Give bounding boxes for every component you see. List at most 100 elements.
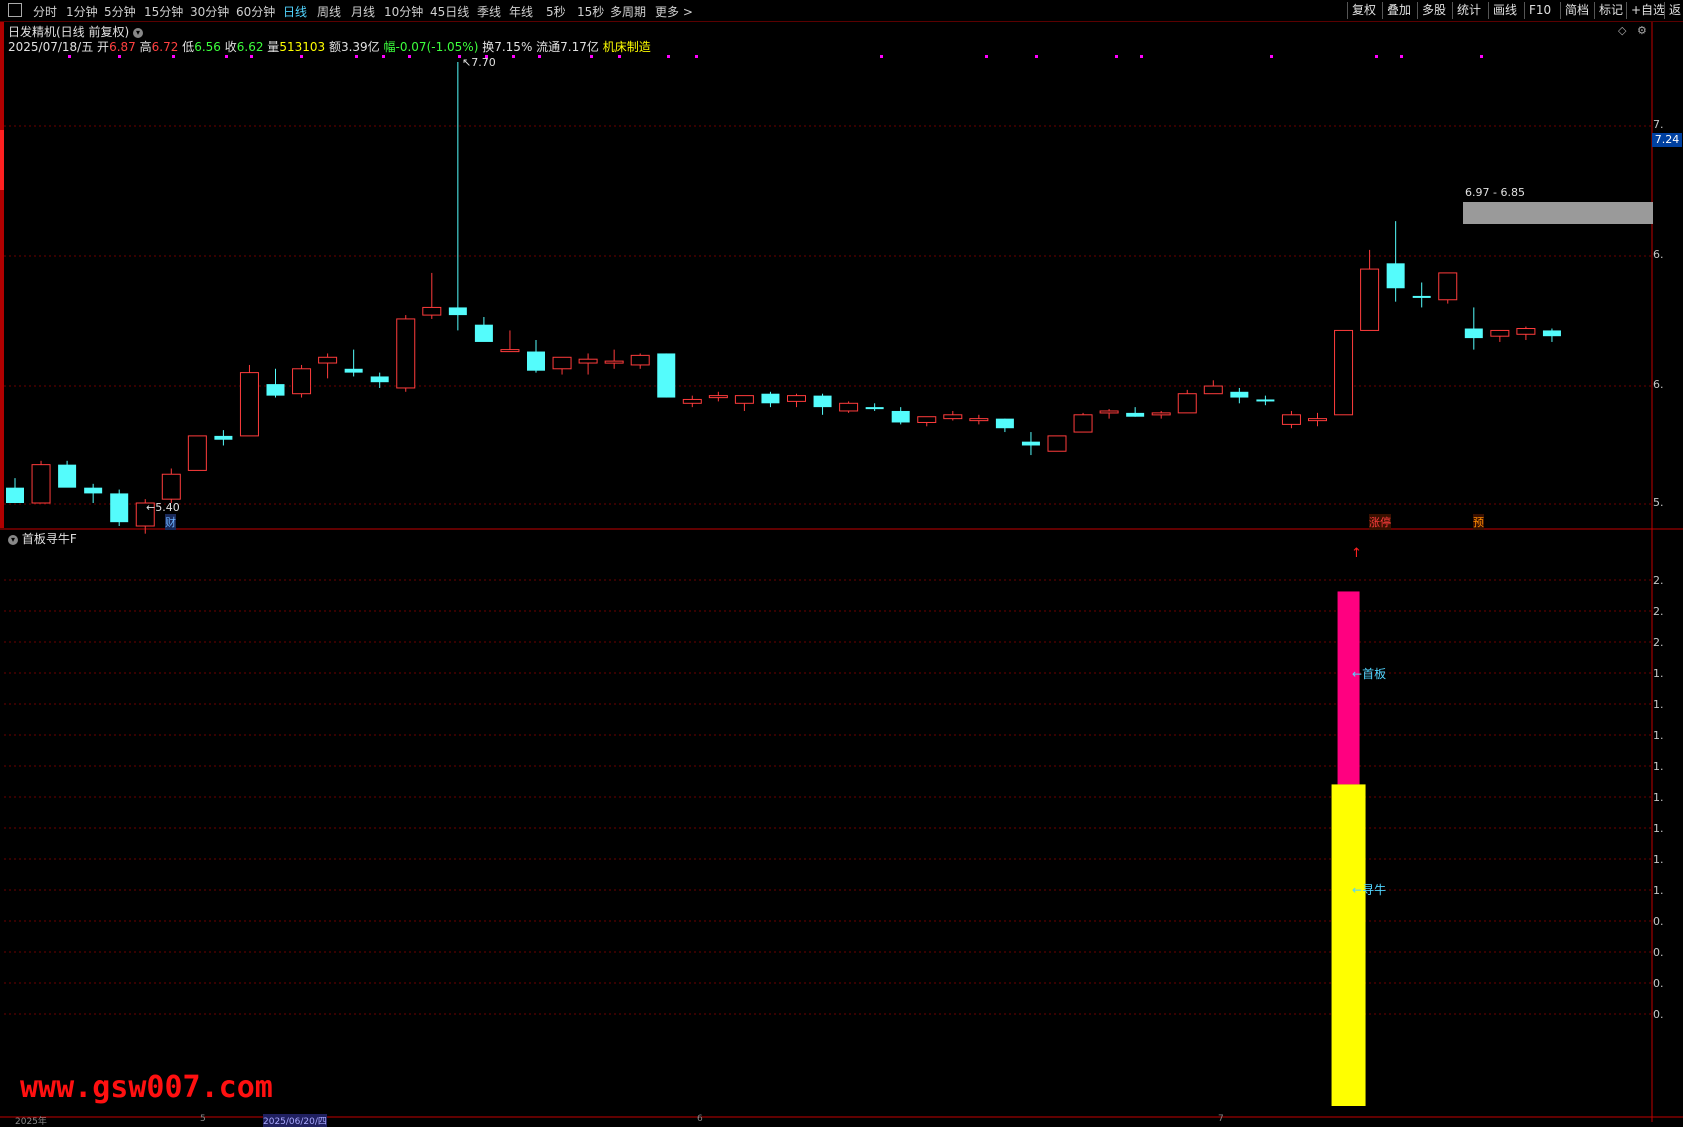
candle-body — [1256, 399, 1275, 402]
candle-body — [239, 372, 259, 437]
watermark-text: www.gsw007.com — [20, 1070, 273, 1105]
signal-dot — [880, 55, 883, 58]
candle-body — [370, 376, 389, 383]
candle-body — [1490, 329, 1510, 337]
signal-dot — [68, 55, 71, 58]
price-scale-label: 6. — [1653, 378, 1664, 391]
candle-body — [865, 407, 884, 410]
kline-chart — [0, 22, 1683, 1122]
indicator-scale-label: 1. — [1653, 822, 1664, 835]
candle-body — [734, 395, 754, 404]
candle-body — [1542, 330, 1561, 337]
signal-dot — [695, 55, 698, 58]
signal-dot — [408, 55, 411, 58]
candle-body — [943, 414, 963, 420]
candle-body — [969, 418, 989, 422]
axis-label: 2025年 — [15, 1117, 47, 1127]
price-scale-label: 6. — [1653, 248, 1664, 261]
price-range-box[interactable] — [1463, 202, 1653, 224]
candle-body — [1308, 418, 1327, 422]
indicator-scale-label: 2. — [1653, 574, 1664, 587]
indicator-scale-label: 1. — [1653, 760, 1664, 773]
signal-dot — [538, 55, 541, 58]
indicator-scale-label: 2. — [1653, 605, 1664, 618]
arrow-up-icon: ↑ — [1351, 546, 1362, 561]
candle-body — [344, 368, 363, 373]
chevron-down-icon[interactable]: ▾ — [8, 534, 18, 545]
signal-dot — [355, 55, 358, 58]
price-range-label: 6.97 - 6.85 — [1465, 186, 1525, 199]
candle-body — [84, 487, 103, 494]
signal-dot — [118, 55, 121, 58]
candle-body — [422, 306, 442, 316]
signal-dot — [300, 55, 303, 58]
axis-label: 5 — [200, 1114, 206, 1124]
axis-label: 7 — [1218, 1114, 1224, 1124]
candle-body — [110, 493, 129, 523]
candle-body — [1230, 391, 1249, 398]
candle-body — [1203, 385, 1223, 395]
indicator-scale-label: 1. — [1653, 853, 1664, 866]
candle-body — [396, 318, 416, 389]
current-price-tag: 7.24 — [1652, 133, 1682, 147]
candle-body — [161, 473, 181, 500]
price-scale-label: 5. — [1653, 496, 1664, 509]
indicator-scale-label: 1. — [1653, 729, 1664, 742]
signal-dot — [985, 55, 988, 58]
indicator-scale-label: 1. — [1653, 791, 1664, 804]
candle-body — [448, 307, 467, 316]
price-scale-label: 7. — [1653, 118, 1664, 131]
event-cai-badge[interactable]: 财 — [165, 514, 176, 530]
signal-dot — [1270, 55, 1273, 58]
signal-dot — [1035, 55, 1038, 58]
signal-dot — [382, 55, 385, 58]
candle-body — [1464, 328, 1483, 339]
indicator-scale-label: 1. — [1653, 667, 1664, 680]
candle-body — [552, 356, 572, 370]
axis-label: 6 — [697, 1114, 703, 1124]
candle-body — [6, 487, 24, 503]
xunniu-label: ←寻牛 — [1352, 883, 1387, 897]
signal-dot — [1375, 55, 1378, 58]
candle-body — [266, 384, 285, 396]
candle-body — [292, 368, 312, 395]
candle-body — [187, 435, 207, 471]
candle-body — [1151, 412, 1171, 416]
event-zhangting-badge[interactable]: 涨停 — [1369, 514, 1391, 530]
signal-dot — [250, 55, 253, 58]
candle-body — [995, 418, 1014, 429]
signal-dot — [458, 55, 461, 58]
candle-body — [604, 360, 624, 364]
candle-body — [917, 416, 937, 423]
candle-body — [474, 324, 493, 342]
signal-dot — [172, 55, 175, 58]
candle-body — [682, 398, 702, 404]
candle-body — [1516, 328, 1536, 335]
low-price-mark: ←5.40 — [146, 501, 180, 514]
signal-dot — [590, 55, 593, 58]
indicator-title: ▾ 首板寻牛F — [8, 530, 77, 547]
candle-body — [1281, 414, 1301, 425]
candle-body — [1099, 410, 1119, 414]
signal-dot — [225, 55, 228, 58]
event-yu-badge[interactable]: 预 — [1473, 514, 1484, 530]
signal-dot — [1115, 55, 1118, 58]
candle-body — [1177, 393, 1197, 414]
indicator-scale-label: 2. — [1653, 636, 1664, 649]
indicator-scale-label: 1. — [1653, 698, 1664, 711]
signal-dot — [667, 55, 670, 58]
candle-body — [1438, 272, 1458, 301]
candle-body — [318, 356, 338, 364]
candle-body — [657, 353, 676, 398]
xunniu-bar — [1331, 784, 1366, 1106]
candle-body — [1021, 441, 1040, 446]
signal-dot — [512, 55, 515, 58]
candle-body — [761, 393, 780, 404]
indicator-scale-label: 1. — [1653, 884, 1664, 897]
candle-body — [1386, 263, 1405, 289]
candle-body — [813, 395, 832, 408]
candle-body — [891, 410, 910, 423]
candle-body — [214, 435, 233, 440]
indicator-scale-label: 0. — [1653, 977, 1664, 990]
candle-body — [58, 464, 77, 488]
